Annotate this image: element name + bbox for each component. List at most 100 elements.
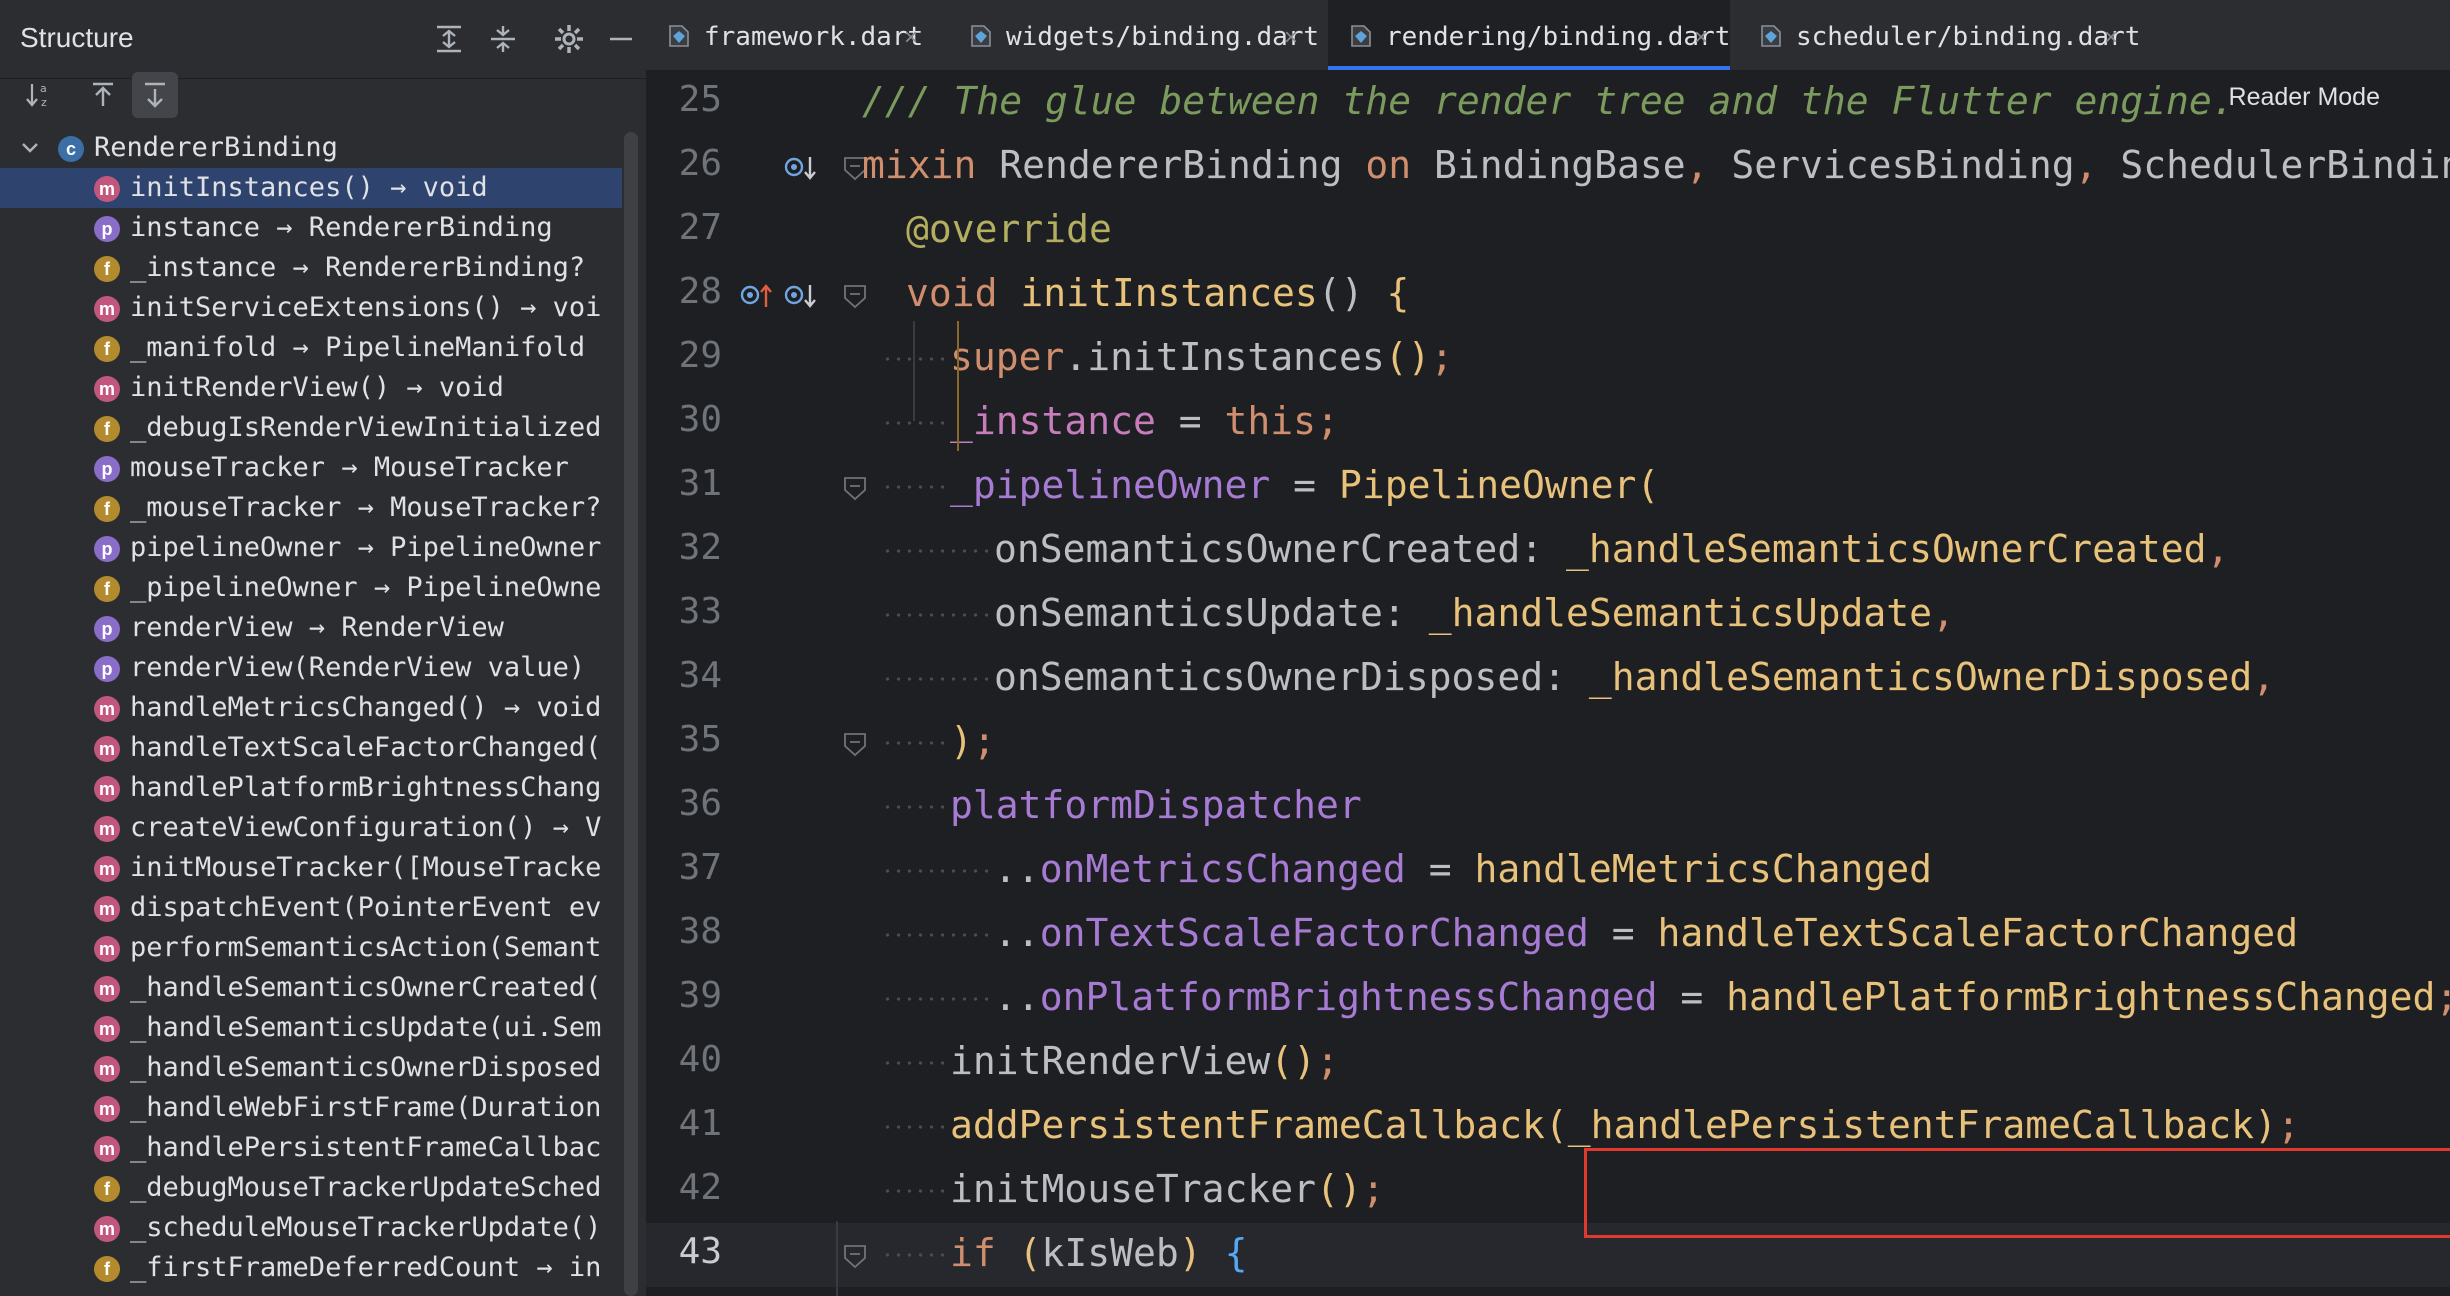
tree-item[interactable]: m initServiceExtensions() → voi — [0, 288, 622, 328]
tree-item[interactable]: f _pipelineOwner → PipelineOwne — [0, 568, 622, 608]
code-line[interactable]: 27 @override — [646, 199, 2450, 263]
tree-item[interactable]: m _handleSemanticsUpdate(ui.Sem — [0, 1008, 622, 1048]
code-line[interactable]: 35); — [646, 711, 2450, 775]
method-icon: m — [94, 296, 120, 322]
tree-item[interactable]: m performSemanticsAction(Semant — [0, 928, 622, 968]
code-text: void initInstances() { — [906, 271, 1409, 315]
line-number[interactable]: 31 — [646, 463, 722, 504]
editor-tab[interactable]: scheduler/binding.dart × — [1738, 0, 2140, 70]
implemented-by-icon[interactable] — [782, 279, 822, 315]
tree-item[interactable]: p instance → RendererBinding — [0, 208, 622, 248]
whitespace-indicator — [882, 357, 950, 361]
line-number[interactable]: 33 — [646, 591, 722, 632]
tree-item[interactable]: f _mouseTracker → MouseTracker? — [0, 488, 622, 528]
line-number[interactable]: 39 — [646, 975, 722, 1016]
tree-item[interactable]: m handleMetricsChanged() → void — [0, 688, 622, 728]
line-number[interactable]: 38 — [646, 911, 722, 952]
line-number[interactable]: 25 — [646, 79, 722, 120]
navigate-up-icon[interactable] — [80, 72, 126, 118]
tree-item[interactable]: m dispatchEvent(PointerEvent ev — [0, 888, 622, 928]
tree-item[interactable]: m handlePlatformBrightnessChang — [0, 768, 622, 808]
implemented-by-icon[interactable] — [782, 151, 822, 187]
tree-item[interactable]: p renderView → RenderView — [0, 608, 622, 648]
fold-marker-icon[interactable] — [842, 731, 868, 757]
editor-tab[interactable]: framework.dart × — [646, 0, 940, 70]
line-number[interactable]: 43 — [646, 1231, 722, 1272]
line-number[interactable]: 30 — [646, 399, 722, 440]
code-line[interactable]: 37 ..onMetricsChanged = handleMetricsChan… — [646, 839, 2450, 903]
editor-tab[interactable]: widgets/binding.dart × — [948, 0, 1320, 70]
tree-item[interactable]: f _manifold → PipelineManifold — [0, 328, 622, 368]
expand-all-icon[interactable] — [432, 22, 466, 56]
overrides-icon[interactable] — [738, 279, 778, 315]
line-number[interactable]: 34 — [646, 655, 722, 696]
tree-item-label: _firstFrameDeferredCount → in — [130, 1252, 602, 1283]
fold-marker-icon[interactable] — [842, 475, 868, 501]
tree-item[interactable]: p renderView(RenderView value) — [0, 648, 622, 688]
line-number[interactable]: 41 — [646, 1103, 722, 1144]
minimize-icon[interactable] — [604, 22, 638, 56]
tree-item[interactable]: m createViewConfiguration() → V — [0, 808, 622, 848]
line-number[interactable]: 29 — [646, 335, 722, 376]
line-number[interactable]: 40 — [646, 1039, 722, 1080]
tree-item[interactable]: m handleTextScaleFactorChanged( — [0, 728, 622, 768]
code-line[interactable]: 38 ..onTextScaleFactorChanged = handleTex… — [646, 903, 2450, 967]
code-line[interactable]: 32 onSemanticsOwnerCreated: _handleSemant… — [646, 519, 2450, 583]
gear-icon[interactable] — [552, 22, 586, 56]
tree-item[interactable]: m _handlePersistentFrameCallbac — [0, 1128, 622, 1168]
code-line[interactable]: 26 mixin RendererBinding on BindingBase, … — [646, 135, 2450, 199]
tree-root-item[interactable]: c RendererBinding — [0, 128, 622, 168]
line-number[interactable]: 27 — [646, 207, 722, 248]
tree-item[interactable]: f _firstFrameDeferredCount → in — [0, 1248, 622, 1288]
code-line[interactable]: 33 onSemanticsUpdate: _handleSemanticsUpd… — [646, 583, 2450, 647]
code-line[interactable]: 39 ..onPlatformBrightnessChanged = handle… — [646, 967, 2450, 1031]
tree-scrollbar[interactable] — [624, 132, 638, 1296]
tree-item[interactable]: m _scheduleMouseTrackerUpdate() — [0, 1208, 622, 1248]
code-line[interactable]: 36 platformDispatcher — [646, 775, 2450, 839]
code-token: = — [1405, 847, 1475, 891]
code-line[interactable]: 30 _instance = this; — [646, 391, 2450, 455]
tree-item[interactable]: f _instance → RendererBinding? — [0, 248, 622, 288]
tree-item[interactable]: m initRenderView() → void — [0, 368, 622, 408]
tree-item-label: initRenderView() → void — [130, 372, 504, 403]
tree-item[interactable]: p pipelineOwner → PipelineOwner — [0, 528, 622, 568]
tree-item[interactable]: m _handleWebFirstFrame(Duration — [0, 1088, 622, 1128]
close-tab-icon[interactable]: × — [1284, 24, 1298, 52]
tree-item-label: renderView(RenderView value) — [130, 652, 586, 683]
code-line[interactable]: 31 _pipelineOwner = PipelineOwner( — [646, 455, 2450, 519]
code-line[interactable]: 29 super.initInstances(); — [646, 327, 2450, 391]
line-number[interactable]: 28 — [646, 271, 722, 312]
line-number[interactable]: 35 — [646, 719, 722, 760]
code-line[interactable]: 25 /// The glue between the render tree a… — [646, 71, 2450, 135]
line-number[interactable]: 26 — [646, 143, 722, 184]
code-editor[interactable]: Reader Mode 25/// The glue between the r… — [646, 71, 2450, 1296]
code-line[interactable]: 34 onSemanticsOwnerDisposed: _handleSeman… — [646, 647, 2450, 711]
tree-item[interactable]: m _handleSemanticsOwnerDisposed — [0, 1048, 622, 1088]
code-token: ; — [1316, 1039, 1339, 1083]
line-number[interactable]: 36 — [646, 783, 722, 824]
navigate-down-icon[interactable] — [132, 72, 178, 118]
tree-item[interactable]: m initInstances() → void — [0, 168, 622, 208]
close-tab-icon[interactable]: × — [1694, 24, 1708, 52]
tree-item[interactable]: f _debugMouseTrackerUpdateSched — [0, 1168, 622, 1208]
line-number[interactable]: 37 — [646, 847, 722, 888]
tree-item[interactable]: p mouseTracker → MouseTracker — [0, 448, 622, 488]
editor-tab[interactable]: rendering/binding.dart × — [1328, 0, 1730, 70]
code-text: if (kIsWeb) { — [950, 1231, 1247, 1275]
fold-marker-icon[interactable] — [842, 1243, 868, 1269]
close-tab-icon[interactable]: × — [904, 24, 918, 52]
tree-item[interactable]: m _handleSemanticsOwnerCreated( — [0, 968, 622, 1008]
code-token: .. — [994, 847, 1040, 891]
chevron-down-icon[interactable] — [20, 138, 40, 158]
collapse-all-icon[interactable] — [486, 22, 520, 56]
line-number[interactable]: 32 — [646, 527, 722, 568]
fold-marker-icon[interactable] — [842, 283, 868, 309]
tree-item[interactable]: m initMouseTracker([MouseTracke — [0, 848, 622, 888]
code-line[interactable]: 28 void initInstances() { — [646, 263, 2450, 327]
code-line[interactable]: 40 initRenderView(); — [646, 1031, 2450, 1095]
sort-alphabetically-icon[interactable]: az — [16, 72, 62, 118]
tree-item-label: initMouseTracker([MouseTracke — [130, 852, 602, 883]
close-tab-icon[interactable]: × — [2104, 24, 2118, 52]
line-number[interactable]: 42 — [646, 1167, 722, 1208]
tree-item[interactable]: f _debugIsRenderViewInitialized — [0, 408, 622, 448]
